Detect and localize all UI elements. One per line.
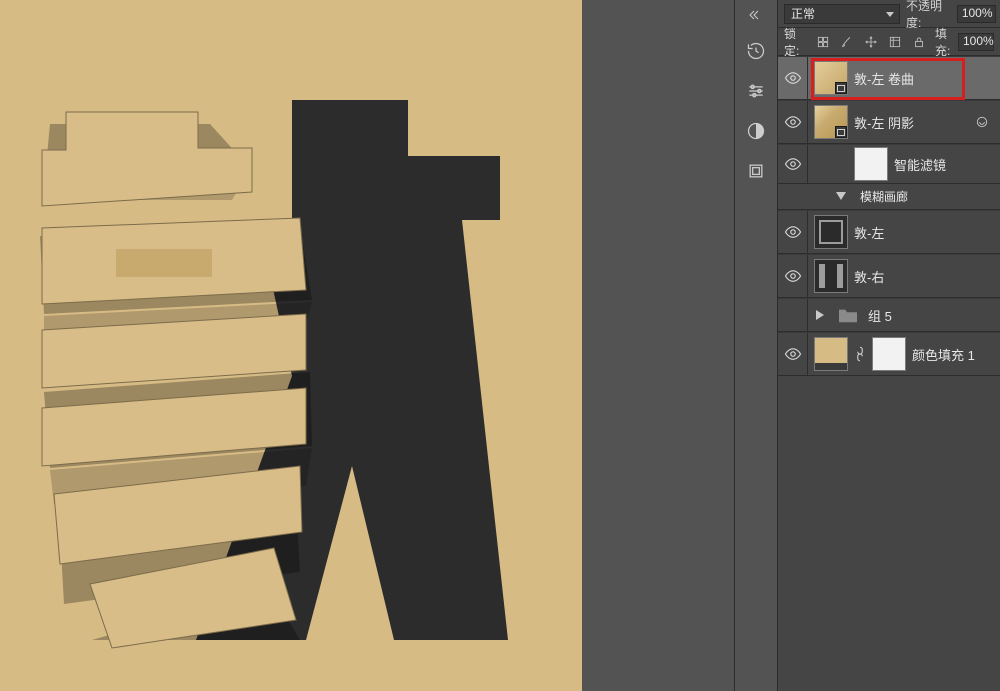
twisty-icon[interactable] xyxy=(814,308,828,322)
mask-thumbnail[interactable] xyxy=(872,337,906,371)
lock-frame-icon[interactable] xyxy=(885,32,905,52)
filter-name[interactable]: 模糊画廊 xyxy=(860,188,994,205)
filter-mask-thumbnail[interactable] xyxy=(854,147,888,181)
visibility-toggle[interactable] xyxy=(784,69,802,87)
opacity-field[interactable]: 100% xyxy=(957,5,996,23)
layer-name[interactable]: 敦-左 xyxy=(854,223,994,242)
layers-panel: 正常 不透明度: 100% 锁定: xyxy=(778,0,1000,691)
layer-thumbnail[interactable] xyxy=(814,105,848,139)
layer-row[interactable]: 敦-左 xyxy=(778,210,1000,254)
layer-row[interactable]: 颜色填充 1 xyxy=(778,332,1000,376)
document-canvas[interactable] xyxy=(0,0,582,691)
artboard-icon[interactable] xyxy=(741,156,771,186)
opacity-value: 100% xyxy=(962,6,993,20)
visibility-toggle[interactable] xyxy=(784,223,802,241)
blend-mode-select[interactable]: 正常 xyxy=(784,4,900,24)
visibility-toggle[interactable] xyxy=(784,345,802,363)
collapse-left-icon[interactable] xyxy=(745,4,767,26)
filter-item-row[interactable]: 模糊画廊 xyxy=(778,184,1000,210)
layer-name[interactable]: 组 5 xyxy=(868,306,994,325)
layers-list[interactable]: 敦-左 卷曲 敦-左 阴影 智能滤镜 xyxy=(778,56,1000,691)
smart-filters-label: 智能滤镜 xyxy=(894,155,994,174)
lock-pixels-icon[interactable] xyxy=(813,32,833,52)
collapsed-panels-strip xyxy=(734,0,778,691)
layer-thumbnail[interactable] xyxy=(814,215,848,249)
layer-name[interactable]: 敦-左 阴影 xyxy=(854,113,964,132)
lock-move-icon[interactable] xyxy=(861,32,881,52)
link-icon[interactable] xyxy=(854,343,866,365)
fill-field[interactable]: 100% xyxy=(958,33,994,51)
app-root: 正常 不透明度: 100% 锁定: xyxy=(0,0,1000,691)
layer-thumbnail[interactable] xyxy=(814,61,848,95)
history-icon[interactable] xyxy=(741,36,771,66)
smart-filters-row[interactable]: 智能滤镜 xyxy=(778,144,1000,184)
adjustments-icon[interactable] xyxy=(741,76,771,106)
visibility-toggle[interactable] xyxy=(784,113,802,131)
layer-row[interactable]: 敦-右 xyxy=(778,254,1000,298)
layer-name[interactable]: 敦-左 卷曲 xyxy=(854,69,994,88)
layer-name[interactable]: 敦-右 xyxy=(854,267,994,286)
visibility-toggle[interactable] xyxy=(784,306,802,324)
layer-row[interactable]: 敦-左 卷曲 xyxy=(778,56,1000,100)
canvas-area[interactable] xyxy=(0,0,734,691)
visibility-toggle[interactable] xyxy=(784,267,802,285)
layer-group-row[interactable]: 组 5 xyxy=(778,298,1000,332)
lock-bar: 锁定: 填充: xyxy=(778,28,1000,56)
filter-toggle-icon[interactable] xyxy=(970,110,994,134)
twisty-icon[interactable] xyxy=(834,190,848,204)
artwork xyxy=(0,0,582,691)
lock-brush-icon[interactable] xyxy=(837,32,857,52)
blend-mode-value: 正常 xyxy=(791,5,815,22)
lock-label: 锁定: xyxy=(784,25,807,59)
contrast-icon[interactable] xyxy=(741,116,771,146)
visibility-toggle[interactable] xyxy=(784,155,802,173)
layer-name[interactable]: 颜色填充 1 xyxy=(912,345,994,364)
layer-row[interactable]: 敦-左 阴影 xyxy=(778,100,1000,144)
fill-label: 填充: xyxy=(935,25,956,59)
fill-thumbnail[interactable] xyxy=(814,337,848,371)
layer-thumbnail[interactable] xyxy=(814,259,848,293)
lock-all-icon[interactable] xyxy=(909,32,929,52)
group-icon xyxy=(834,303,862,327)
fill-value: 100% xyxy=(963,34,994,48)
